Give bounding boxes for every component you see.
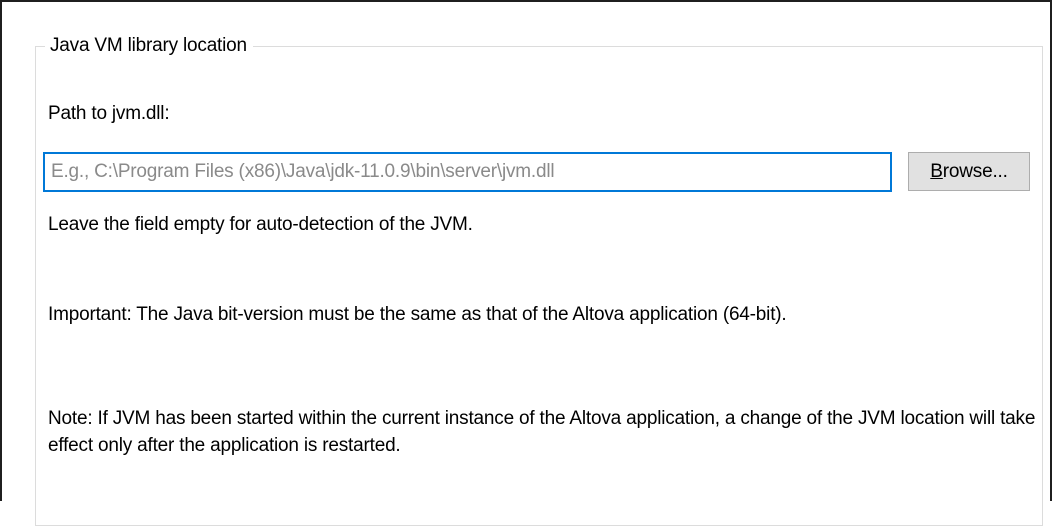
options-panel: Java VM library location Path to jvm.dll… <box>0 0 1052 526</box>
jvm-path-input[interactable] <box>43 152 892 192</box>
browse-label: rowse... <box>942 160 1008 182</box>
group-title: Java VM library location <box>45 34 253 58</box>
path-label: Path to jvm.dll: <box>48 103 170 124</box>
auto-detect-hint: Leave the field empty for auto-detection… <box>48 214 473 235</box>
browse-button[interactable]: Browse... <box>908 152 1030 191</box>
important-note: Important: The Java bit-version must be … <box>48 304 787 325</box>
browse-mnemonic: B <box>930 160 943 182</box>
restart-note: Note: If JVM has been started within the… <box>48 408 1036 456</box>
